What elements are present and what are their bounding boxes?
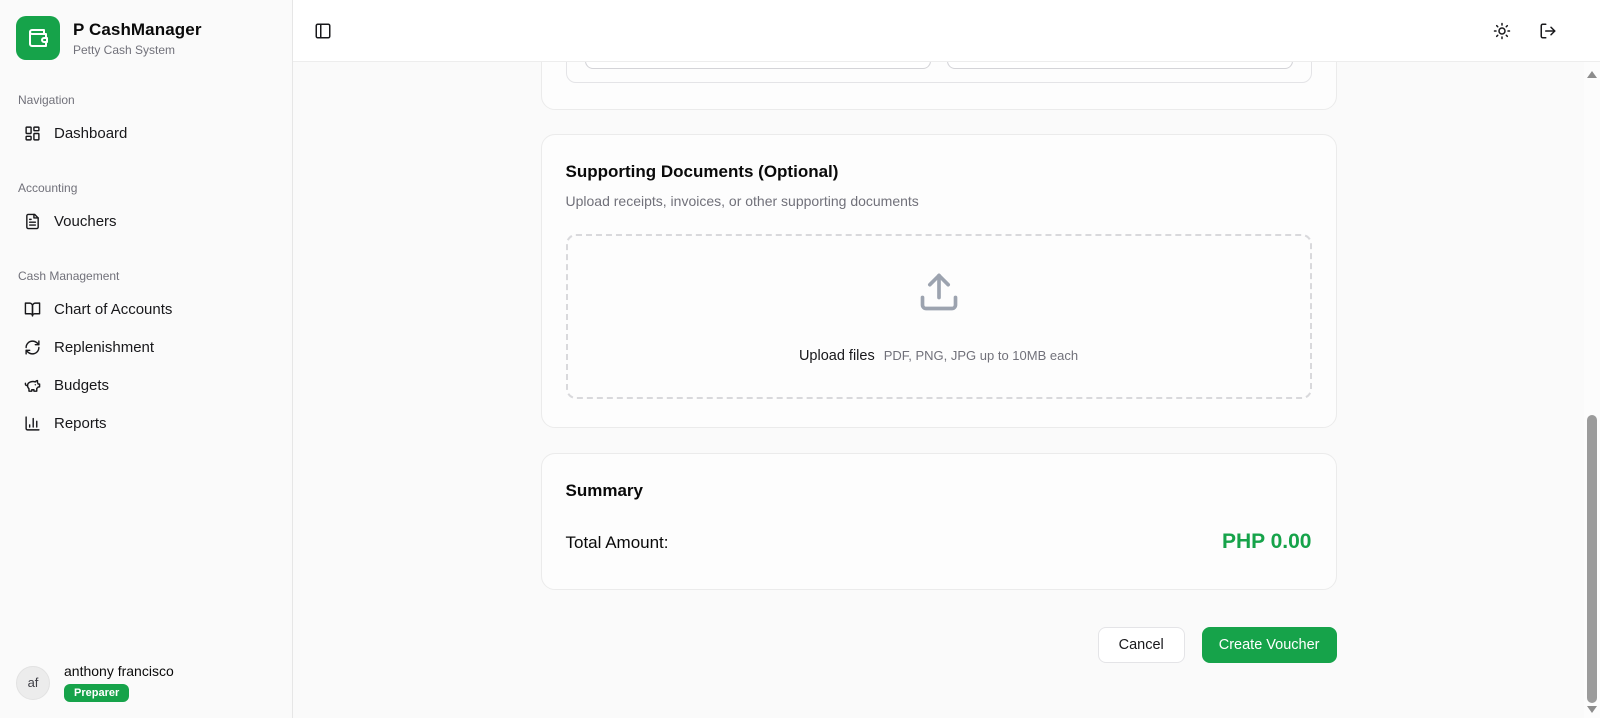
sidebar-item-label: Reports xyxy=(54,414,107,432)
piggy-bank-icon xyxy=(24,379,41,392)
line-item-input-right[interactable] xyxy=(946,62,1293,69)
app-subtitle: Petty Cash System xyxy=(73,42,176,57)
logout-icon xyxy=(1540,23,1556,38)
sidebar-toggle-button[interactable] xyxy=(307,15,339,47)
vertical-scrollbar[interactable] xyxy=(1584,62,1600,718)
file-dropzone[interactable]: Upload files PDF, PNG, JPG up to 10MB ea… xyxy=(565,234,1312,399)
nav-section-accounting: Accounting xyxy=(18,181,78,195)
summary-card: Summary Total Amount: PHP 0.00 xyxy=(540,453,1337,590)
app-title: P CashManager xyxy=(73,19,202,39)
scrollbar-up-arrow-icon[interactable] xyxy=(1587,71,1597,78)
create-voucher-button[interactable]: Create Voucher xyxy=(1201,627,1337,663)
supporting-documents-subtitle: Upload receipts, invoices, or other supp… xyxy=(565,193,919,209)
sidebar-item-dashboard[interactable]: Dashboard xyxy=(16,115,276,151)
total-amount-label: Total Amount: xyxy=(565,533,669,552)
sidebar: P CashManager Petty Cash System Navigati… xyxy=(0,0,293,718)
cancel-button[interactable]: Cancel xyxy=(1097,627,1185,663)
brand: P CashManager Petty Cash System xyxy=(16,16,276,60)
refresh-icon xyxy=(25,339,40,355)
upload-files-hint: PDF, PNG, JPG up to 10MB each xyxy=(883,347,1079,363)
main-area: Supporting Documents (Optional) Upload r… xyxy=(293,0,1600,718)
sidebar-item-label: Dashboard xyxy=(54,124,128,142)
topbar xyxy=(293,0,1600,62)
scrollbar-thumb[interactable] xyxy=(1587,415,1597,703)
voucher-details-card-partial xyxy=(540,62,1337,110)
file-text-icon xyxy=(26,213,39,229)
sun-icon xyxy=(1493,22,1511,39)
sidebar-item-vouchers[interactable]: Vouchers xyxy=(16,203,276,239)
line-item-box xyxy=(565,62,1312,83)
role-badge: Preparer xyxy=(64,684,130,702)
supporting-documents-title: Supporting Documents (Optional) xyxy=(565,162,839,181)
upload-files-label: Upload files xyxy=(798,347,875,364)
bar-chart-icon xyxy=(25,415,40,431)
nav-section-navigation: Navigation xyxy=(18,93,75,107)
scroll-content: Supporting Documents (Optional) Upload r… xyxy=(293,62,1600,718)
sidebar-item-chart-of-accounts[interactable]: Chart of Accounts xyxy=(16,291,276,327)
wallet-icon xyxy=(16,16,60,60)
dashboard-icon xyxy=(25,125,40,141)
sidebar-item-label: Chart of Accounts xyxy=(54,300,173,318)
line-item-input-left[interactable] xyxy=(584,62,931,69)
user-name: anthony francisco xyxy=(64,663,174,679)
app-window: P CashManager Petty Cash System Navigati… xyxy=(0,0,1600,718)
sidebar-item-replenishment[interactable]: Replenishment xyxy=(16,329,276,365)
summary-title: Summary xyxy=(565,481,643,500)
scrollbar-down-arrow-icon[interactable] xyxy=(1587,706,1597,713)
sidebar-item-label: Replenishment xyxy=(54,338,155,356)
book-open-icon xyxy=(24,301,41,317)
logout-button[interactable] xyxy=(1532,15,1564,47)
nav-section-cash-management: Cash Management xyxy=(18,269,120,283)
user-panel: af anthony francisco Preparer xyxy=(0,649,292,718)
supporting-documents-card: Supporting Documents (Optional) Upload r… xyxy=(540,134,1337,428)
upload-icon xyxy=(920,273,957,310)
form-actions: Cancel Create Voucher xyxy=(541,627,1337,663)
total-amount-value: PHP 0.00 xyxy=(1221,530,1312,553)
sidebar-item-label: Vouchers xyxy=(54,212,117,230)
sidebar-item-budgets[interactable]: Budgets xyxy=(16,367,276,403)
sidebar-item-reports[interactable]: Reports xyxy=(16,405,276,441)
avatar: af xyxy=(16,665,50,700)
theme-toggle-button[interactable] xyxy=(1486,15,1518,47)
sidebar-item-label: Budgets xyxy=(54,376,110,394)
panel-left-icon xyxy=(315,23,331,38)
